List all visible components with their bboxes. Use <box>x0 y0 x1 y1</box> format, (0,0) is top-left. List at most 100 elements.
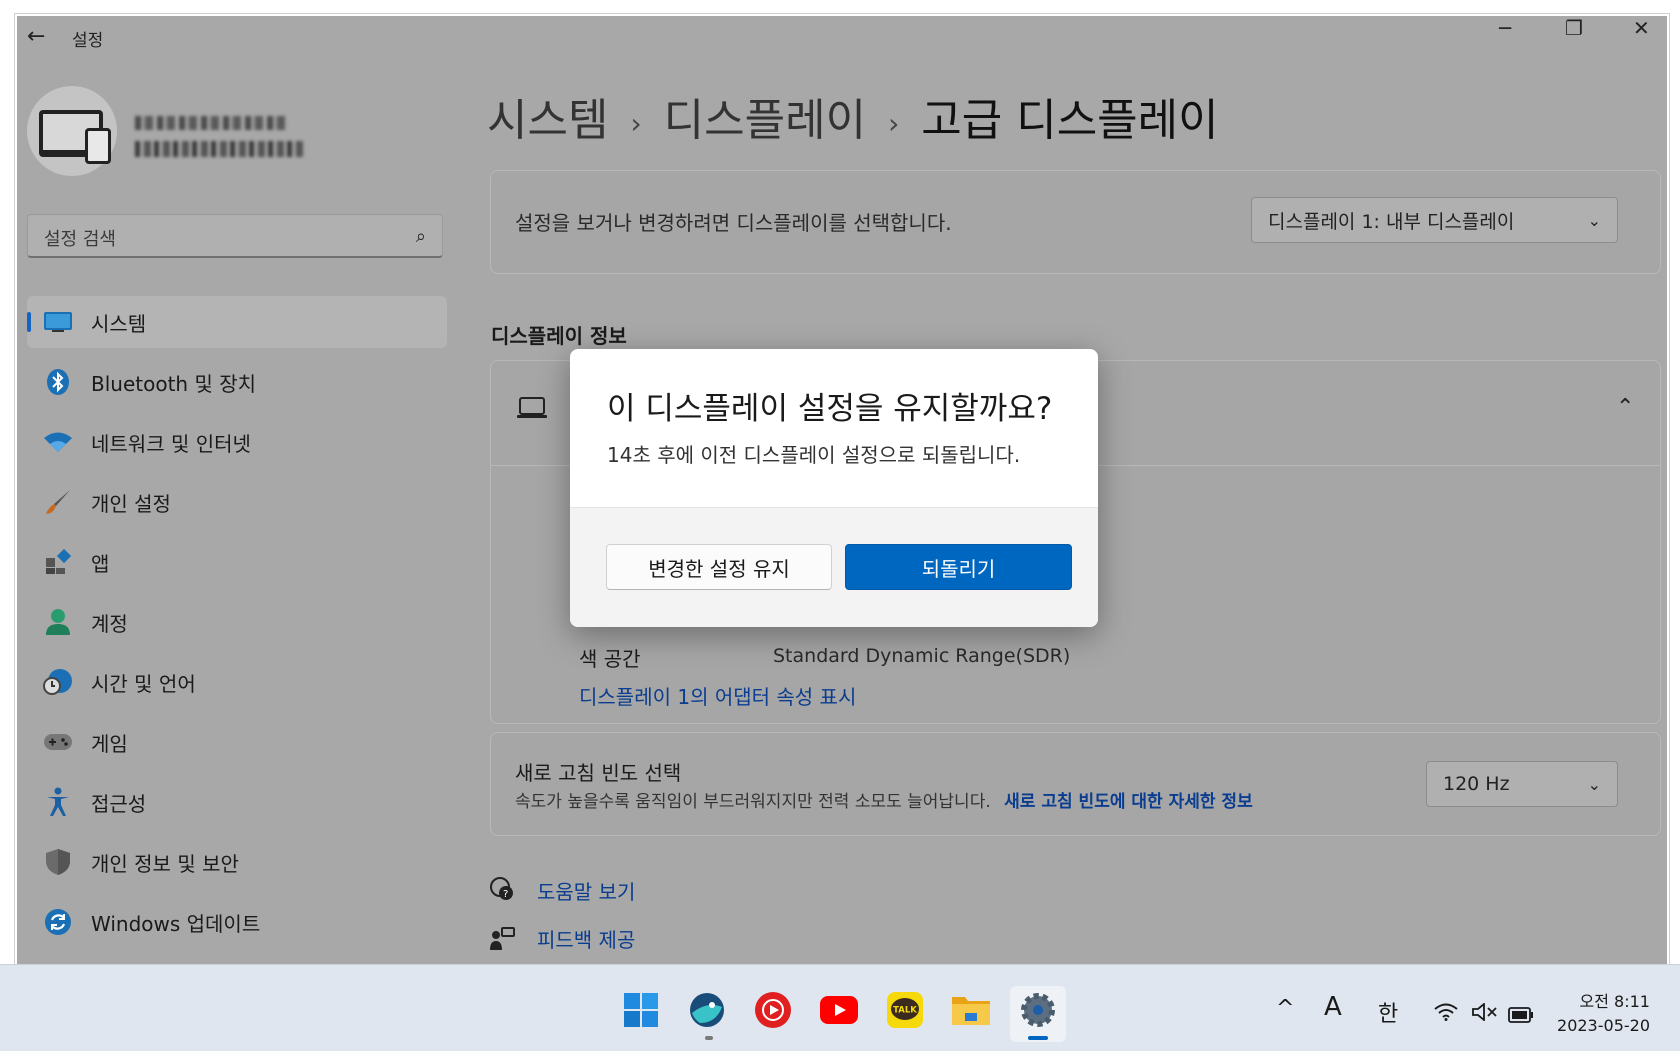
monitor-icon <box>41 305 75 339</box>
sidebar-item-label: 개인 설정 <box>91 491 171 516</box>
wifi-icon <box>41 425 75 459</box>
wifi-icon[interactable] <box>1434 1002 1458 1027</box>
svg-text:?: ? <box>503 889 508 900</box>
shield-icon <box>41 845 75 879</box>
sidebar-item-apps[interactable]: 앱 <box>27 536 447 588</box>
feedback-icon <box>489 926 515 956</box>
account-email-redacted <box>135 141 305 157</box>
account-name-redacted <box>135 116 285 130</box>
sidebar-item-accessibility[interactable]: 접근성 <box>27 776 447 828</box>
sidebar-item-label: 접근성 <box>91 791 147 816</box>
clock[interactable]: 오전 8:11 2023-05-20 <box>1540 990 1650 1038</box>
sidebar-item-label: 시스템 <box>91 311 147 336</box>
search-icon: ⌕ <box>415 226 426 247</box>
youtube-icon[interactable] <box>817 988 861 1032</box>
app-title: 설정 <box>72 31 104 51</box>
breadcrumb-display[interactable]: 디스플레이 <box>664 95 866 146</box>
breadcrumb: 시스템 › 디스플레이 › 고급 디스플레이 <box>487 84 1219 148</box>
accessibility-icon <box>41 785 75 819</box>
sidebar-item-label: Bluetooth 및 장치 <box>91 371 257 396</box>
sidebar-nav: 시스템 Bluetooth 및 장치 네트워크 및 인터넷 개인 설정 앱 계정… <box>27 296 447 956</box>
color-space-value: Standard Dynamic Range(SDR) <box>773 645 1071 667</box>
youtube-music-icon[interactable] <box>751 988 795 1032</box>
settings-window: ← 설정 ─ ❐ ✕ 설정 검색 ⌕ 시스템 Bluetooth 및 장치 네트… <box>14 13 1670 985</box>
volume-muted-icon[interactable] <box>1472 1002 1498 1027</box>
sidebar-item-personalization[interactable]: 개인 설정 <box>27 476 447 528</box>
section-title: 디스플레이 정보 <box>491 324 627 348</box>
display-dropdown-value: 디스플레이 1: 내부 디스플레이 <box>1268 210 1515 233</box>
sidebar-item-time-language[interactable]: 시간 및 언어 <box>27 656 447 708</box>
ime-mode-indicator[interactable]: A <box>1324 992 1342 1022</box>
apps-icon <box>41 545 75 579</box>
display-select-card: 설정을 보거나 변경하려면 디스플레이를 선택합니다. 디스플레이 1: 내부 … <box>490 170 1661 274</box>
sidebar-item-privacy[interactable]: 개인 정보 및 보안 <box>27 836 447 888</box>
sidebar-item-network[interactable]: 네트워크 및 인터넷 <box>27 416 447 468</box>
gamepad-icon <box>41 725 75 759</box>
sidebar-item-label: 네트워크 및 인터넷 <box>91 431 251 456</box>
brush-icon <box>41 485 75 519</box>
revert-button[interactable]: 되돌리기 <box>845 544 1072 590</box>
color-space-label: 색 공간 <box>579 647 641 671</box>
search-box[interactable]: 설정 검색 ⌕ <box>27 214 443 258</box>
sidebar-item-label: 앱 <box>91 551 110 576</box>
clock-date: 2023-05-20 <box>1557 1016 1650 1035</box>
battery-icon[interactable] <box>1508 1004 1534 1029</box>
active-indicator <box>1028 1036 1048 1040</box>
tray-overflow-chevron-icon[interactable]: ^ <box>1276 996 1294 1021</box>
file-explorer-icon[interactable] <box>949 988 993 1032</box>
sidebar-item-label: 시간 및 언어 <box>91 671 196 696</box>
display-select-text: 설정을 보거나 변경하려면 디스플레이를 선택합니다. <box>515 211 952 235</box>
refresh-rate-card: 새로 고침 빈도 선택 속도가 높을수록 움직임이 부드러워지지만 전력 소모도… <box>490 732 1661 836</box>
feedback-link[interactable]: 피드백 제공 <box>537 924 635 953</box>
chevron-down-icon: ⌄ <box>1587 774 1601 794</box>
whale-browser-icon[interactable] <box>685 988 729 1032</box>
help-link[interactable]: 도움말 보기 <box>537 876 635 905</box>
back-arrow-icon[interactable]: ← <box>27 24 45 49</box>
sidebar-item-label: 게임 <box>91 731 128 756</box>
bluetooth-icon <box>41 365 75 399</box>
sidebar-item-label: 개인 정보 및 보안 <box>91 851 239 876</box>
kakaotalk-icon[interactable]: TALK <box>883 988 927 1032</box>
sidebar-item-windows-update[interactable]: Windows 업데이트 <box>27 896 447 948</box>
refresh-info-link[interactable]: 새로 고침 빈도에 대한 자세한 정보 <box>1004 792 1253 812</box>
keep-display-settings-dialog: 이 디스플레이 설정을 유지할까요? 14초 후에 이전 디스플레이 설정으로 … <box>570 349 1098 627</box>
phone-icon <box>85 128 111 164</box>
breadcrumb-separator: › <box>888 106 900 140</box>
dialog-title: 이 디스플레이 설정을 유지할까요? <box>607 391 1053 427</box>
breadcrumb-system[interactable]: 시스템 <box>487 95 608 146</box>
refresh-rate-dropdown[interactable]: 120 Hz ⌄ <box>1426 761 1618 807</box>
sidebar-item-accounts[interactable]: 계정 <box>27 596 447 648</box>
help-icon: ? <box>489 876 515 906</box>
chevron-down-icon: ⌄ <box>1587 210 1601 230</box>
refresh-rate-value: 120 Hz <box>1443 773 1510 795</box>
search-input[interactable]: 설정 검색 <box>44 225 116 251</box>
page-title: 고급 디스플레이 <box>921 95 1219 146</box>
running-indicator <box>705 1036 713 1040</box>
sidebar-item-bluetooth[interactable]: Bluetooth 및 장치 <box>27 356 447 408</box>
sidebar-item-label: Windows 업데이트 <box>91 911 261 936</box>
minimize-button[interactable]: ─ <box>1499 16 1511 40</box>
maximize-button[interactable]: ❐ <box>1565 16 1583 40</box>
refresh-rate-description: 속도가 높을수록 움직임이 부드러워지지만 전력 소모도 늘어납니다. 새로 고… <box>515 787 1253 812</box>
sidebar-item-gaming[interactable]: 게임 <box>27 716 447 768</box>
sidebar-item-system[interactable]: 시스템 <box>27 296 447 348</box>
dialog-footer: 변경한 설정 유지 되돌리기 <box>570 507 1098 627</box>
windows-start-icon[interactable] <box>619 988 663 1032</box>
kakaotalk-label: TALK <box>893 1006 917 1016</box>
avatar[interactable] <box>27 86 117 176</box>
person-icon <box>41 605 75 639</box>
ime-language-indicator[interactable]: 한 <box>1378 996 1398 1028</box>
display-dropdown[interactable]: 디스플레이 1: 내부 디스플레이 ⌄ <box>1251 197 1618 243</box>
chevron-up-icon[interactable]: ⌃ <box>1616 395 1634 420</box>
close-button[interactable]: ✕ <box>1633 16 1650 40</box>
sidebar-item-label: 계정 <box>91 611 128 636</box>
keep-changes-button[interactable]: 변경한 설정 유지 <box>606 544 832 590</box>
adapter-properties-link[interactable]: 디스플레이 1의 어댑터 속성 표시 <box>579 681 856 710</box>
update-icon <box>41 905 75 939</box>
refresh-description-text: 속도가 높을수록 움직임이 부드러워지지만 전력 소모도 늘어납니다. <box>515 792 991 812</box>
dialog-message: 14초 후에 이전 디스플레이 설정으로 되돌립니다. <box>607 443 1021 467</box>
clock-globe-icon <box>41 665 75 699</box>
settings-gear-icon[interactable] <box>1016 988 1060 1032</box>
refresh-rate-title: 새로 고침 빈도 선택 <box>515 761 682 785</box>
laptop-icon <box>517 397 547 423</box>
